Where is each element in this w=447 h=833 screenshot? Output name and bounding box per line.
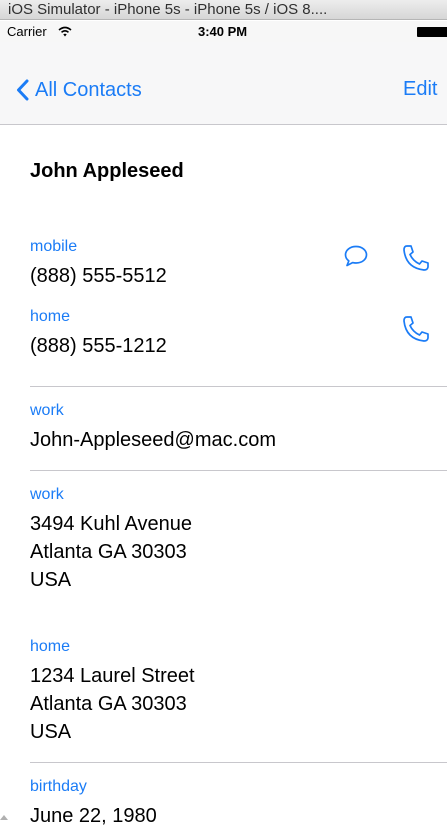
- phone-icon[interactable]: [400, 243, 432, 273]
- phone-field-mobile[interactable]: mobile (888) 555-5512: [30, 236, 447, 290]
- field-label: home: [30, 308, 71, 325]
- separator: [30, 762, 447, 763]
- field-label: work: [30, 486, 64, 503]
- scroll-indicator: [0, 815, 8, 820]
- back-button-label: All Contacts: [35, 78, 142, 101]
- phone-icon[interactable]: [400, 314, 432, 344]
- address-field-work[interactable]: work 3494 Kuhl Avenue Atlanta GA 30303 U…: [30, 484, 447, 594]
- email-field-work[interactable]: work John-Appleseed@mac.com: [30, 400, 447, 454]
- field-value: (888) 555-1212: [30, 335, 167, 357]
- address-field-home[interactable]: home 1234 Laurel Street Atlanta GA 30303…: [30, 636, 447, 746]
- back-button[interactable]: All Contacts: [16, 76, 142, 104]
- status-bar: Carrier 3:40 PM: [0, 21, 447, 42]
- field-value: 1234 Laurel Street Atlanta GA 30303 USA: [30, 665, 195, 743]
- field-value: June 22, 1980: [30, 805, 157, 827]
- phone-field-home[interactable]: home (888) 555-1212: [30, 306, 447, 360]
- status-time: 3:40 PM: [198, 24, 248, 39]
- edit-button[interactable]: Edit: [403, 78, 437, 101]
- field-label: work: [30, 402, 64, 419]
- field-label: home: [30, 638, 71, 655]
- field-label: birthday: [30, 778, 87, 795]
- separator: [30, 386, 447, 387]
- separator: [30, 470, 447, 471]
- field-value: John-Appleseed@mac.com: [30, 429, 276, 451]
- window-title: iOS Simulator - iPhone 5s - iPhone 5s / …: [0, 0, 447, 20]
- contact-name: John Appleseed: [30, 160, 184, 182]
- speech-bubble-icon[interactable]: [343, 244, 369, 268]
- field-value: 3494 Kuhl Avenue Atlanta GA 30303 USA: [30, 513, 193, 591]
- battery-icon: [417, 27, 447, 37]
- field-value: (888) 555-5512: [30, 265, 167, 287]
- birthday-field[interactable]: birthday June 22, 1980: [30, 776, 447, 830]
- carrier-label: Carrier: [7, 24, 47, 39]
- navigation-bar: All Contacts Edit: [0, 42, 447, 125]
- chevron-left-icon: [17, 79, 29, 101]
- field-label: mobile: [30, 238, 78, 255]
- wifi-icon: [58, 26, 72, 37]
